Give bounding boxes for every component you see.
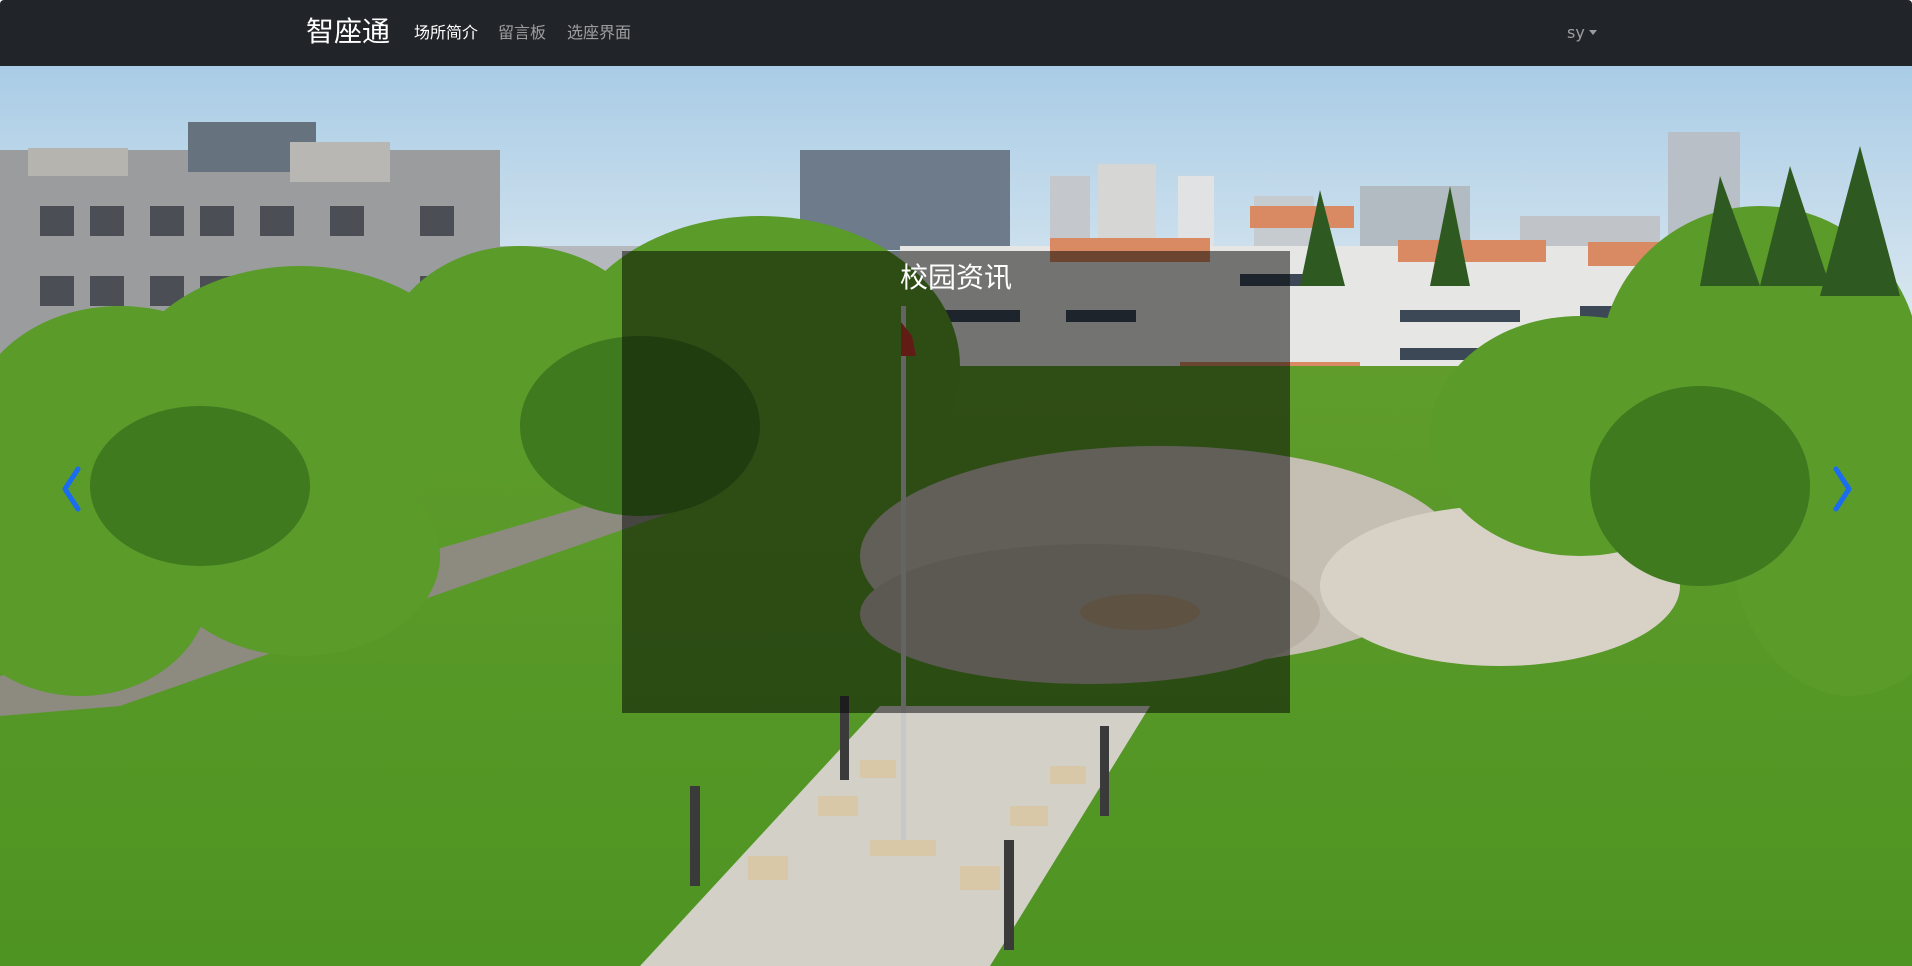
chevron-right-icon — [1833, 466, 1852, 512]
user-menu-toggle[interactable]: sy — [1567, 21, 1597, 45]
caret-down-icon — [1588, 30, 1597, 35]
nav-link-message-board[interactable]: 留言板 — [498, 21, 546, 45]
carousel-next-button[interactable] — [1822, 459, 1862, 519]
user-name: sy — [1567, 23, 1585, 42]
navbar-brand[interactable]: 智座通 — [306, 13, 390, 51]
carousel-caption-title: 校园资讯 — [899, 261, 1012, 294]
chevron-left-icon — [62, 466, 81, 512]
top-navbar: 智座通 场所简介 留言板 选座界面 sy — [0, 0, 1912, 66]
image-carousel: 校园资讯 — [0, 66, 1912, 966]
nav-link-venue-intro[interactable]: 场所简介 — [414, 21, 478, 45]
nav-link-seat-selection[interactable]: 选座界面 — [567, 21, 631, 45]
caption-overlay — [622, 251, 1290, 713]
carousel-prev-button[interactable] — [52, 459, 92, 519]
